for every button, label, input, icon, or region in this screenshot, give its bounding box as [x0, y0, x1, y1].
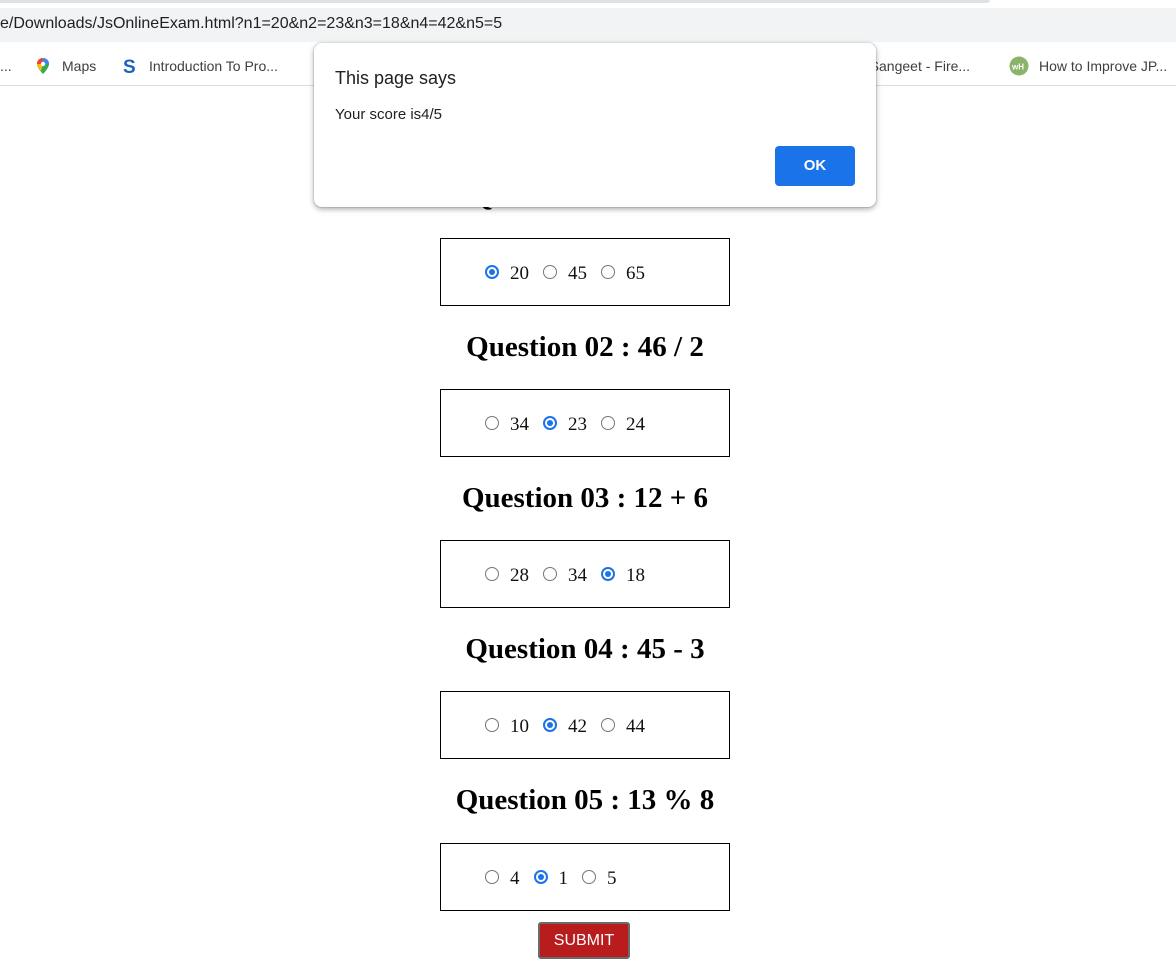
tab-strip — [0, 0, 1176, 8]
option-label: 42 — [568, 716, 587, 737]
question-2-options: 34 23 24 — [440, 389, 730, 457]
option-label: 44 — [626, 716, 645, 737]
url-text[interactable]: e/Downloads/JsOnlineExam.html?n1=20&n2=2… — [0, 15, 502, 33]
option-label: 34 — [510, 414, 529, 435]
radio-option[interactable] — [485, 870, 499, 884]
s-logo-icon: S — [121, 57, 139, 78]
radio-option[interactable] — [485, 416, 499, 430]
radio-option[interactable] — [582, 870, 596, 884]
radio-option[interactable] — [543, 416, 557, 430]
option-label: 65 — [626, 263, 645, 284]
google-maps-pin-icon — [34, 57, 52, 75]
dialog-message: Your score is4/5 — [335, 106, 443, 123]
question-4-options: 10 42 44 — [440, 691, 730, 759]
submit-button[interactable]: SUBMIT — [538, 922, 630, 959]
question-title: Question 05 : 13 % 8 — [455, 784, 715, 816]
bookmark-label: ... — [0, 58, 12, 74]
question-title: Question 02 : 46 / 2 — [466, 331, 704, 363]
option-label: 18 — [626, 565, 645, 586]
svg-text:S: S — [123, 57, 136, 75]
bookmark-item-maps[interactable]: Maps — [34, 56, 96, 76]
address-bar[interactable]: e/Downloads/JsOnlineExam.html?n1=20&n2=2… — [0, 8, 1176, 42]
radio-option[interactable] — [543, 567, 557, 581]
radio-option[interactable] — [601, 265, 615, 279]
radio-option[interactable] — [543, 718, 557, 732]
radio-option[interactable] — [533, 870, 548, 884]
dialog-title: This page says — [335, 68, 457, 88]
wh-logo-icon: wH — [1009, 56, 1029, 76]
bookmark-item-truncated[interactable]: ... — [0, 56, 12, 76]
option-label: 1 — [558, 868, 569, 889]
option-label: 5 — [607, 868, 617, 889]
option-label: 45 — [568, 263, 587, 284]
question-5-options: 4 1 5 — [440, 843, 730, 911]
radio-option[interactable] — [485, 265, 499, 279]
radio-option[interactable] — [485, 567, 499, 581]
active-tab-edge — [0, 0, 990, 3]
radio-option[interactable] — [601, 718, 615, 732]
option-label: 23 — [568, 414, 587, 435]
radio-option[interactable] — [485, 718, 499, 732]
option-label: 4 — [510, 868, 520, 889]
radio-option[interactable] — [601, 416, 615, 430]
bookmark-item-introduction[interactable]: S Introduction To Pro... — [121, 56, 278, 78]
ok-button[interactable]: OK — [775, 146, 855, 186]
option-label: 10 — [510, 716, 529, 737]
option-label: 28 — [510, 565, 529, 586]
question-3-options: 28 34 18 — [440, 540, 730, 608]
radio-option[interactable] — [601, 567, 615, 581]
alert-dialog: This page says Your score is4/5 OK — [314, 43, 876, 207]
option-label: 24 — [626, 414, 645, 435]
bookmark-label: How to Improve JP... — [1039, 58, 1168, 74]
question-1-options: 20 45 65 — [440, 238, 730, 306]
option-label: 34 — [568, 565, 587, 586]
question-title: Question 04 : 45 - 3 — [465, 633, 705, 665]
radio-option[interactable] — [543, 265, 557, 279]
svg-text:wH: wH — [1011, 63, 1024, 72]
bookmark-label: Maps — [62, 58, 97, 74]
question-title: Question 03 : 12 + 6 — [461, 482, 709, 514]
bookmark-item-improve[interactable]: wH How to Improve JP... — [1009, 56, 1167, 76]
option-label: 20 — [510, 263, 529, 284]
bookmark-label: Introduction To Pro... — [149, 58, 278, 74]
